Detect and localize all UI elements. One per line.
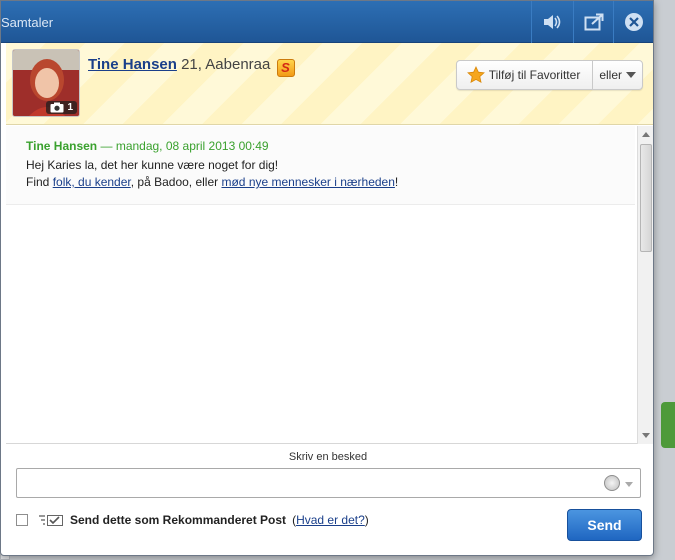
message: Tine Hansen — mandag, 08 april 2013 00:4…: [6, 126, 635, 205]
send-button[interactable]: Send: [567, 509, 642, 541]
message-header: Tine Hansen — mandag, 08 april 2013 00:4…: [26, 138, 615, 155]
message-line-2: Find folk, du kender, på Badoo, eller mø…: [26, 174, 615, 191]
what-is-it-link[interactable]: Hvad er det?: [296, 513, 365, 527]
more-options-dropdown[interactable]: eller: [592, 61, 642, 89]
recommended-mail-icon: [39, 515, 63, 526]
title-bar: Samtaler: [1, 1, 653, 43]
photo-count-badge: 1: [46, 101, 77, 114]
message-sender: Tine Hansen: [26, 139, 98, 153]
scroll-down-arrow[interactable]: [642, 433, 650, 438]
message-timestamp: — mandag, 08 april 2013 00:49: [100, 139, 269, 153]
message-line-2-suffix: !: [394, 175, 399, 189]
what-is-it-group: (Hvad er det?): [292, 513, 369, 527]
favorite-button-group: Tilføj til Favoritter eller: [455, 60, 643, 90]
message-line-1: Hej Karies la, det her kunne være noget …: [26, 158, 279, 172]
popout-icon: [584, 13, 603, 31]
profile-name-link[interactable]: Tine Hansen: [88, 56, 177, 73]
message-input[interactable]: [16, 468, 641, 498]
add-favorite-label: Tilføj til Favoritter: [488, 68, 581, 82]
chat-scrollbar[interactable]: [637, 126, 653, 444]
compose-label: Skriv en besked: [288, 451, 368, 463]
popout-button[interactable]: [573, 1, 613, 43]
profile-header: 1 Tine Hansen 21, Aabenraa S Tilføj til …: [6, 43, 653, 125]
scroll-thumb[interactable]: [640, 144, 652, 252]
super-powers-badge[interactable]: S: [276, 59, 295, 77]
emoticon-icon[interactable]: [604, 475, 620, 491]
emoticon-chevron-icon[interactable]: [625, 482, 633, 487]
find-friends-link[interactable]: folk, du kender: [53, 175, 131, 189]
chat-window: Samtaler 1 Tine Hansen 21, Aabenraa S Ti…: [0, 0, 654, 556]
photo-count: 1: [67, 102, 73, 113]
add-favorite-button[interactable]: Tilføj til Favoritter: [457, 61, 593, 89]
speaker-icon: [543, 15, 560, 29]
send-options: Send dette som Rekommanderet Post (Hvad …: [16, 513, 369, 527]
sound-button[interactable]: [531, 1, 571, 43]
avatar[interactable]: 1: [12, 49, 80, 117]
profile-meta: 21, Aabenraa: [181, 56, 271, 73]
camera-icon: [50, 102, 64, 113]
close-icon: [624, 13, 643, 31]
chevron-down-icon: [626, 72, 636, 78]
meet-new-people-link[interactable]: mød nye mennesker i nærheden: [221, 175, 394, 189]
background-green-tab: [661, 402, 675, 448]
what-is-it-paren-close: ): [364, 513, 369, 527]
recommended-post-label: Send dette som Rekommanderet Post: [70, 513, 287, 527]
conversation-area: Tine Hansen — mandag, 08 april 2013 00:4…: [6, 126, 653, 444]
message-line-2-prefix: Find: [26, 175, 53, 189]
profile-name-line: Tine Hansen 21, Aabenraa S: [88, 56, 295, 77]
recommended-post-checkbox[interactable]: [16, 514, 28, 526]
close-button[interactable]: [613, 1, 653, 43]
star-icon: [466, 66, 485, 83]
message-line-2-middle: , på Badoo, eller: [130, 175, 222, 189]
more-options-label: eller: [599, 68, 622, 82]
scroll-up-arrow[interactable]: [642, 132, 650, 137]
window-title: Samtaler: [1, 15, 54, 30]
